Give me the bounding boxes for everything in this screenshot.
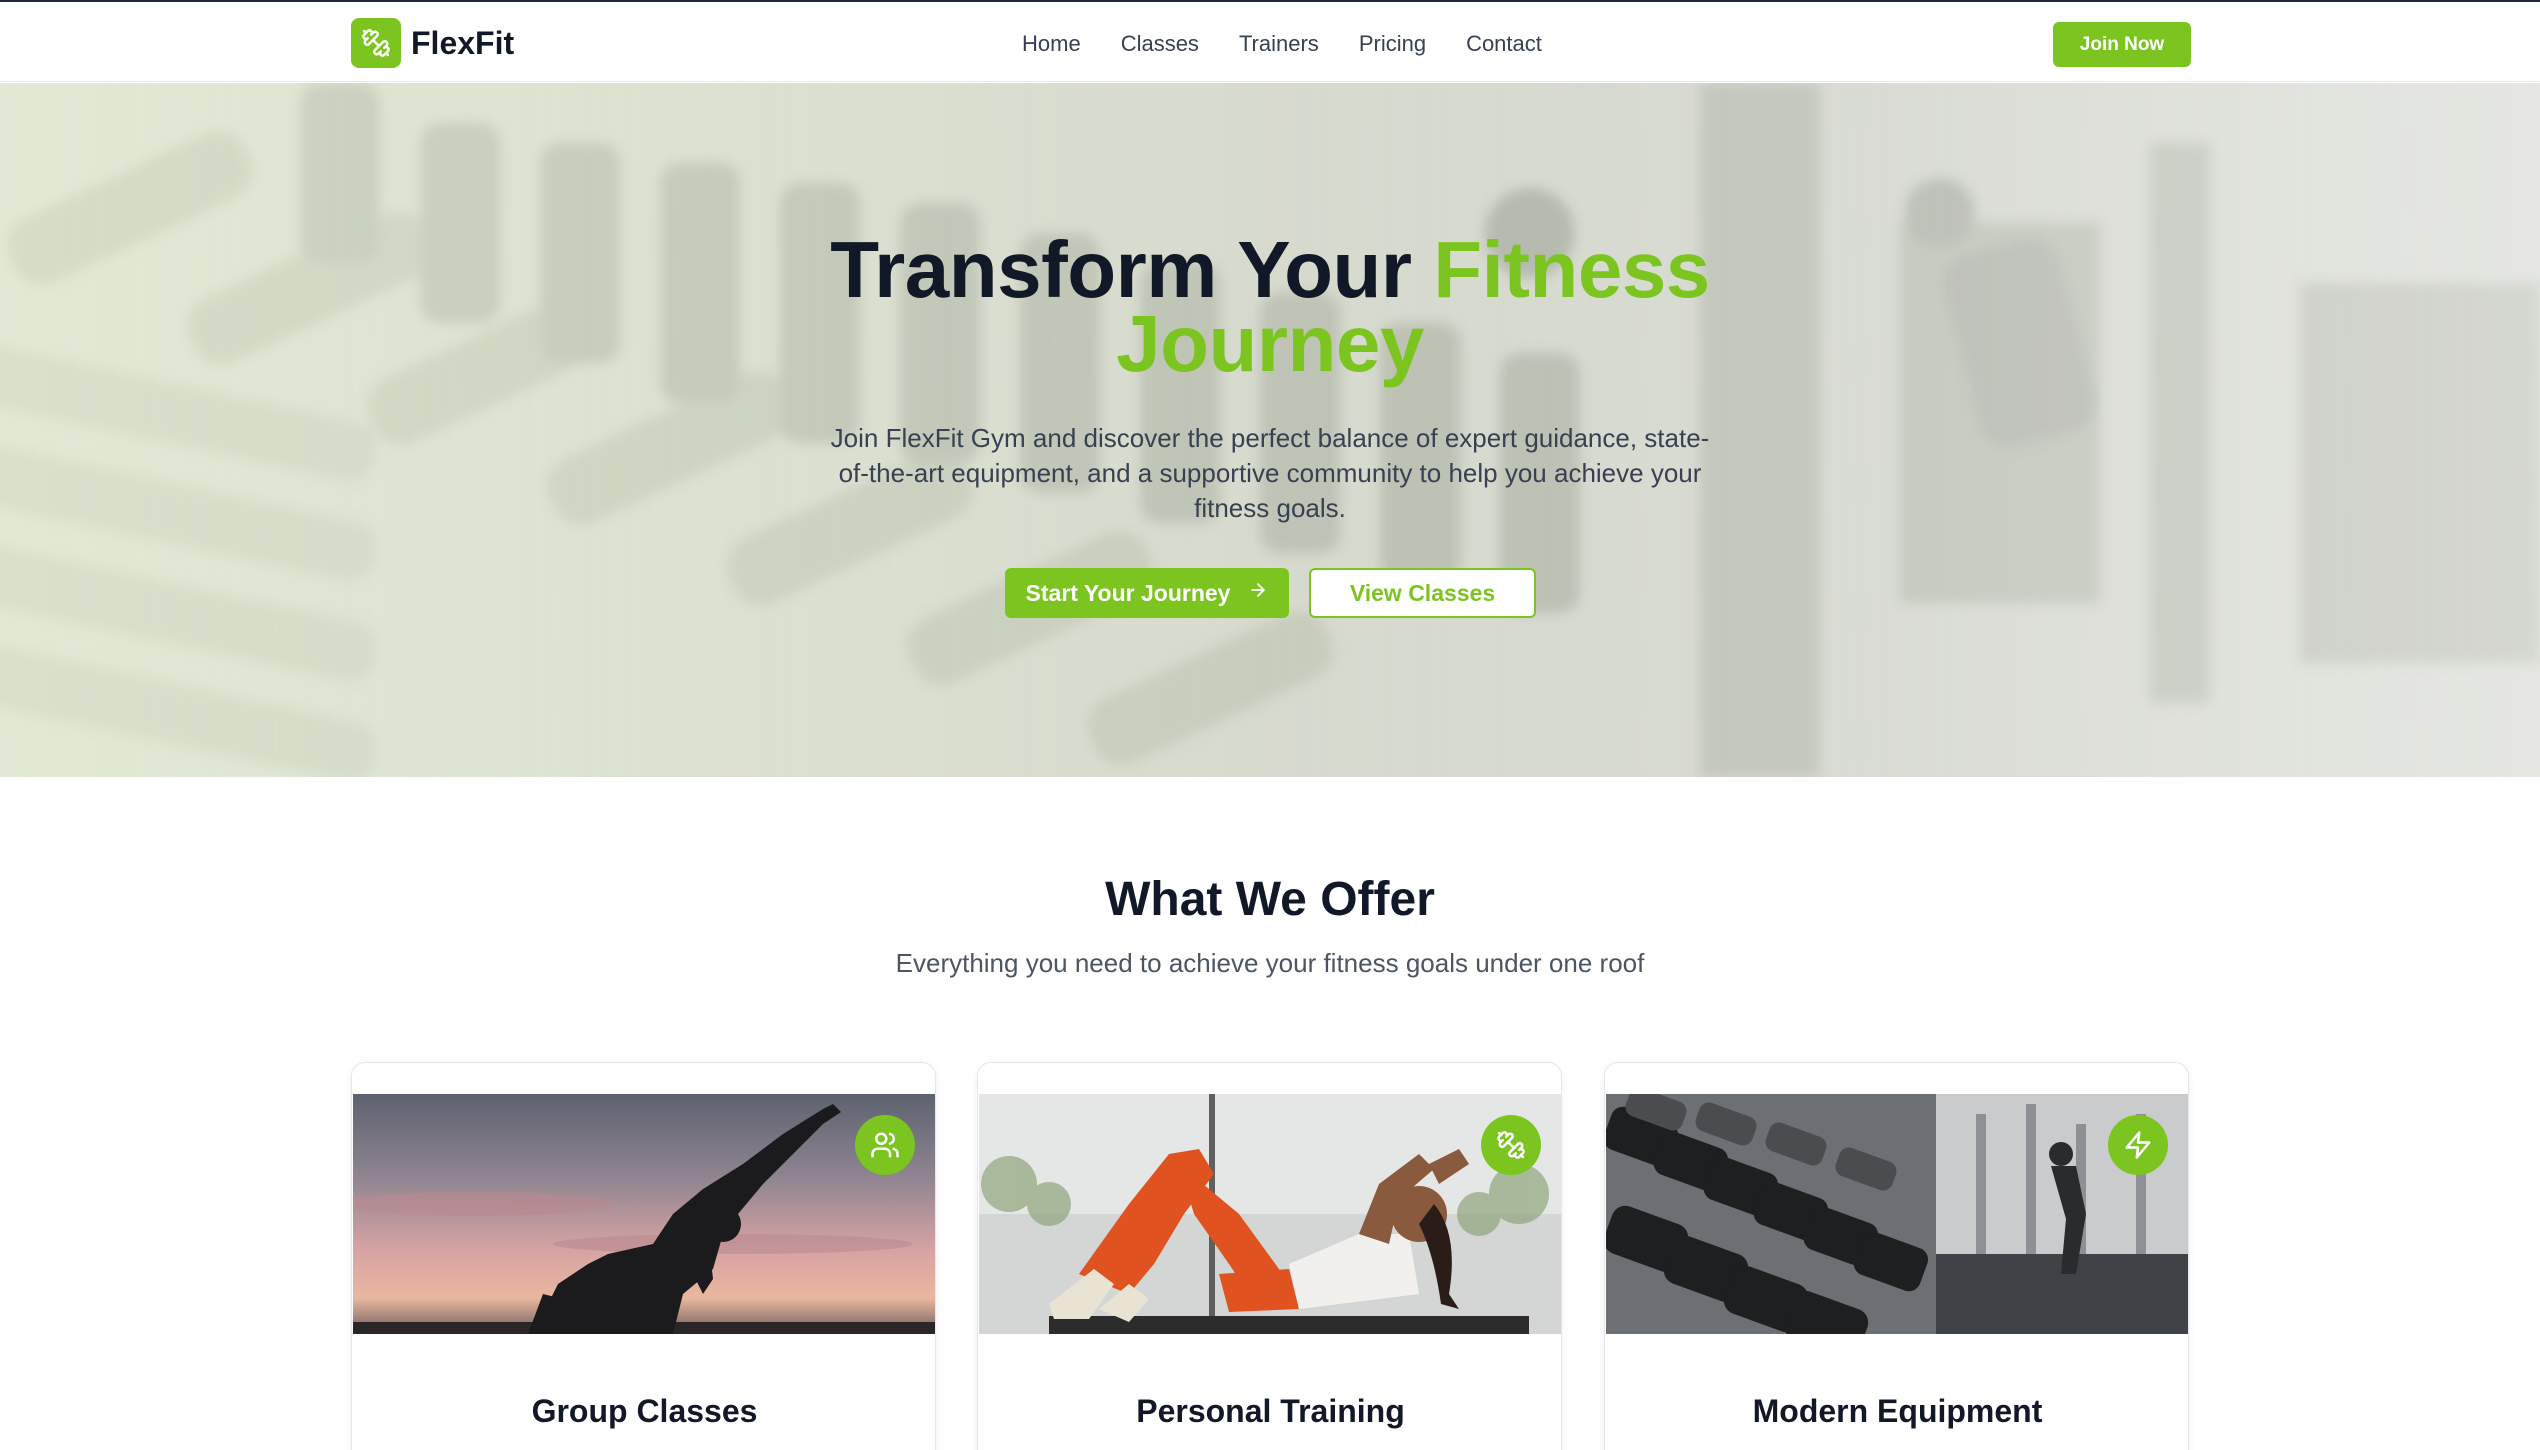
offer-section-subtitle: Everything you need to achieve your fitn… — [895, 948, 1645, 978]
nav-link-contact[interactable]: Contact — [1466, 31, 1542, 57]
card-title-group-classes: Group Classes — [531, 1393, 758, 1429]
card-title-personal-training: Personal Training — [1136, 1393, 1405, 1429]
dumbbell-icon — [1481, 1115, 1541, 1175]
brand-name: FlexFit — [411, 24, 515, 61]
offer-card-modern-equipment[interactable]: Modern Equipment — [1604, 1062, 2189, 1450]
lightning-icon — [2108, 1115, 2168, 1175]
nav-link-pricing[interactable]: Pricing — [1359, 31, 1426, 57]
hero-section: Transform Your Fitness Journey Join Flex… — [0, 83, 2540, 777]
hero-title-highlight-journey: Journey — [1116, 299, 1424, 388]
main-nav: Home Classes Trainers Pricing Contact — [1022, 4, 1582, 84]
hero-title: Transform Your Fitness Journey — [0, 230, 2540, 384]
navbar: FlexFit Home Classes Trainers Pricing Co… — [0, 2, 2540, 82]
offer-section-title: What We Offer — [1105, 873, 1435, 926]
join-now-button[interactable]: Join Now — [2053, 22, 2191, 67]
group-classes-image — [353, 1094, 935, 1334]
users-icon — [855, 1115, 915, 1175]
view-classes-button[interactable]: View Classes — [1309, 568, 1536, 618]
arrow-right-icon — [1248, 580, 1268, 606]
start-journey-button[interactable]: Start Your Journey — [1005, 568, 1289, 618]
nav-link-home[interactable]: Home — [1022, 31, 1081, 57]
hero-title-highlight-fitness: Fitness — [1433, 225, 1710, 314]
nav-link-trainers[interactable]: Trainers — [1239, 31, 1319, 57]
modern-equipment-image — [1606, 1094, 2188, 1334]
offer-card-personal-training[interactable]: Personal Training — [977, 1062, 1562, 1450]
card-title-modern-equipment: Modern Equipment — [1752, 1393, 2043, 1429]
dumbbell-icon — [351, 18, 401, 68]
offer-card-group-classes[interactable]: Group Classes — [351, 1062, 936, 1450]
nav-link-classes[interactable]: Classes — [1121, 31, 1199, 57]
personal-training-image — [979, 1094, 1561, 1334]
brand-logo[interactable]: FlexFit — [351, 18, 514, 68]
hero-subtitle: Join FlexFit Gym and discover the perfec… — [830, 423, 1710, 523]
start-journey-label: Start Your Journey — [1025, 579, 1231, 606]
